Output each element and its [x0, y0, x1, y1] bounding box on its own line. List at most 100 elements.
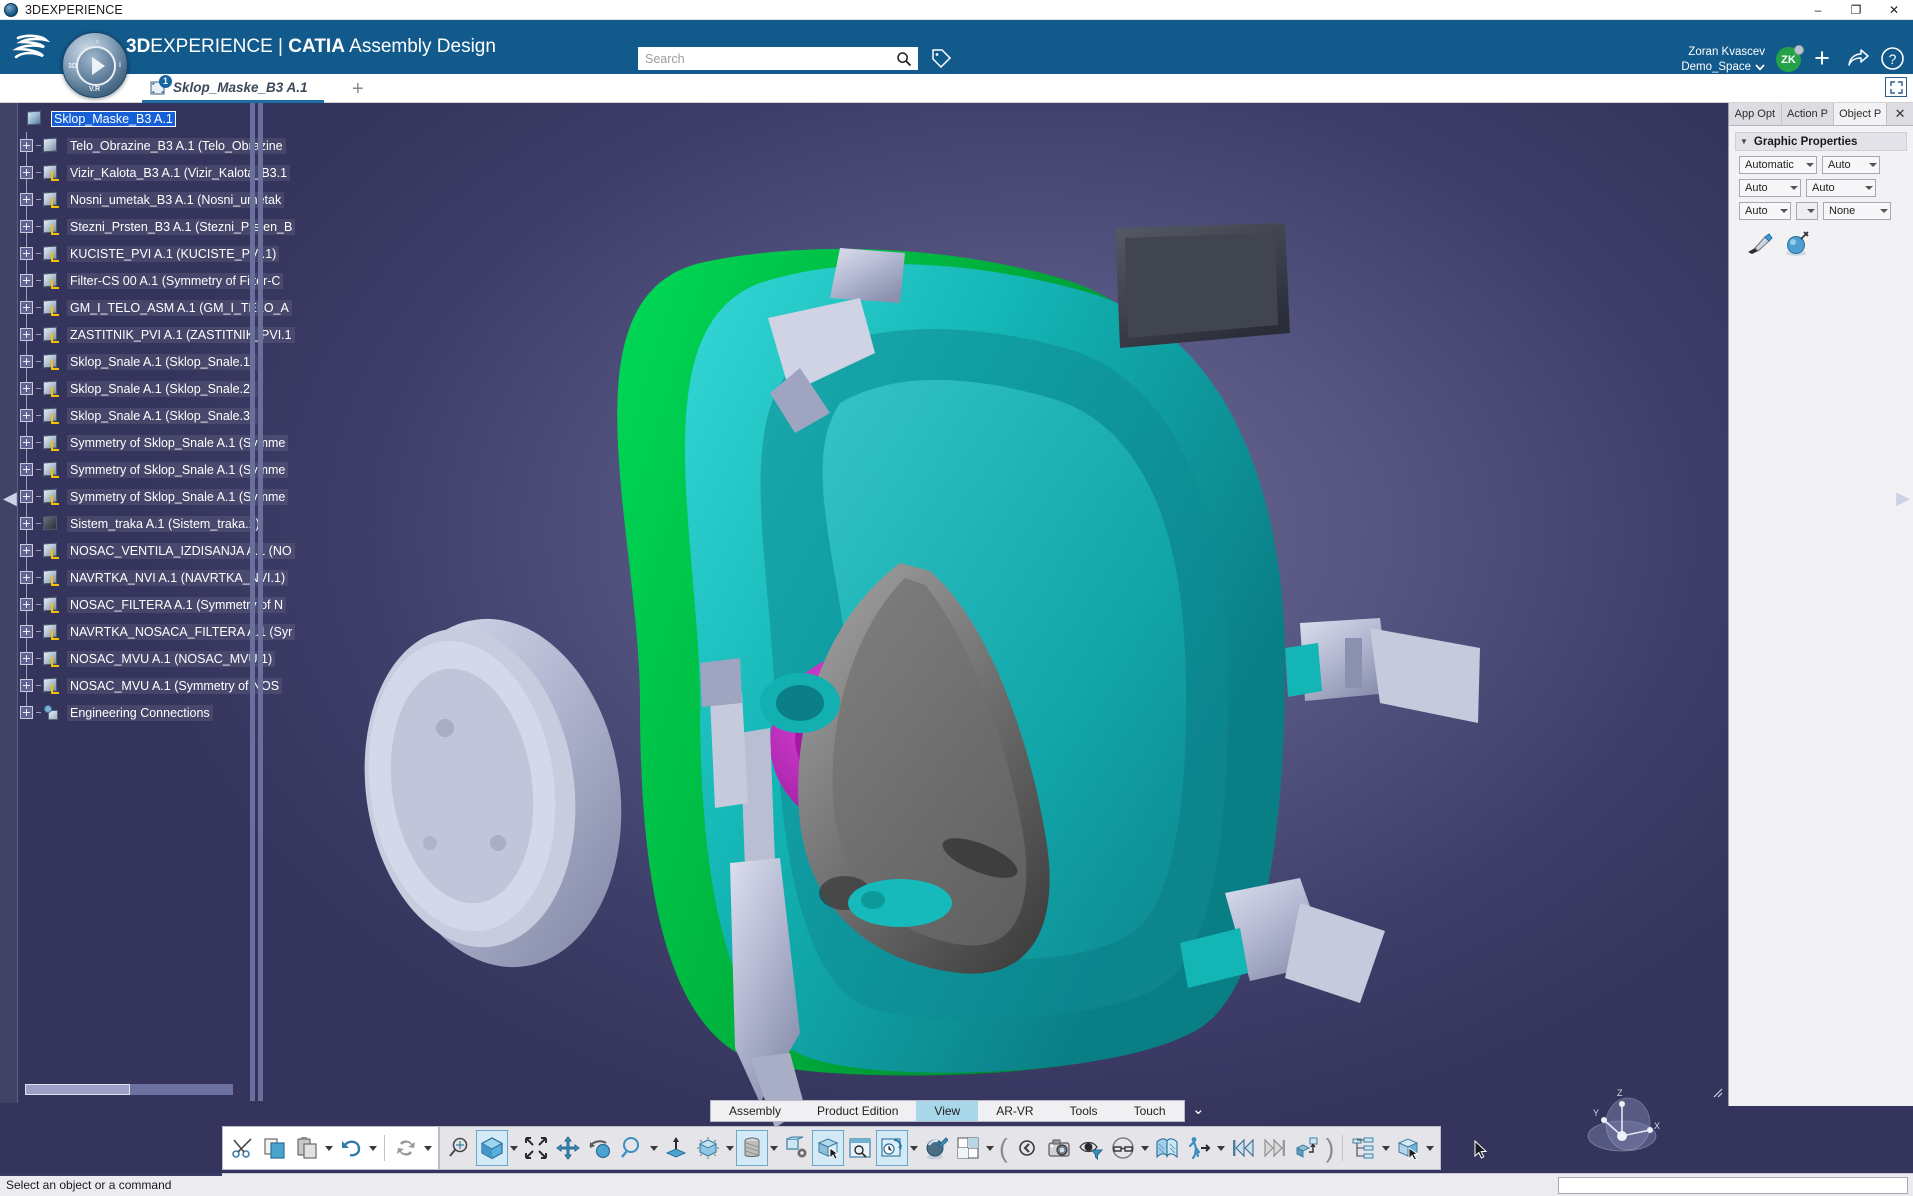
tree-expand-toggle[interactable] — [20, 355, 33, 368]
first-step-icon[interactable] — [1227, 1130, 1259, 1166]
tree-expand-toggle[interactable] — [20, 436, 33, 449]
isometric-view-icon-dropdown[interactable] — [508, 1130, 520, 1166]
user-space[interactable]: Demo_Space — [1681, 60, 1765, 75]
search-box[interactable] — [638, 47, 918, 70]
graphic-property-combo-row2-1[interactable]: Auto — [1806, 179, 1876, 197]
graphic-property-combo-row1-1[interactable]: Auto — [1822, 156, 1880, 174]
action-tab-product-edition[interactable]: Product Edition — [799, 1101, 916, 1121]
paste-icon[interactable] — [291, 1130, 323, 1166]
pan-icon[interactable] — [552, 1130, 584, 1166]
graphic-property-combo-row3-0[interactable]: Auto — [1739, 202, 1791, 220]
tree-expand-toggle[interactable] — [20, 706, 33, 719]
tree-node-11[interactable]: Symmetry of Sklop_Snale A.1 (Symme — [20, 429, 310, 456]
zoom-icon-dropdown[interactable] — [648, 1130, 660, 1166]
action-bar-collapse-caret[interactable]: ⌄ — [1192, 1100, 1205, 1118]
explode-icon[interactable] — [1291, 1130, 1323, 1166]
avatar[interactable]: ZK — [1776, 47, 1801, 72]
properties-tab-action-p[interactable]: Action P — [1782, 103, 1835, 125]
copy-icon[interactable] — [259, 1130, 291, 1166]
zoom-area-icon[interactable] — [444, 1130, 476, 1166]
back-arrow-icon[interactable] — [1011, 1130, 1043, 1166]
tree-expand-toggle[interactable] — [20, 247, 33, 260]
tree-node-1[interactable]: Vizir_Kalota_B3 A.1 (Vizir_Kalota_B3.1 — [20, 159, 310, 186]
action-tab-view[interactable]: View — [916, 1101, 978, 1121]
checker-grid-icon-dropdown[interactable] — [984, 1130, 996, 1166]
close-button[interactable]: ✕ — [1875, 0, 1913, 20]
specification-tree[interactable]: Sklop_Maske_B3 A.1Telo_Obrazine_B3 A.1 (… — [20, 105, 310, 726]
select-object-icon-dropdown[interactable] — [1424, 1130, 1436, 1166]
paste-icon-dropdown[interactable] — [323, 1130, 335, 1166]
tree-node-9[interactable]: Sklop_Snale A.1 (Sklop_Snale.2) — [20, 375, 310, 402]
tree-expand-toggle[interactable] — [20, 652, 33, 665]
tree-node-6[interactable]: GM_I_TELO_ASM A.1 (GM_I_TELO_A — [20, 294, 310, 321]
display-settings-icon[interactable] — [780, 1130, 812, 1166]
material-sphere-icon[interactable] — [1783, 229, 1811, 257]
tree-expand-toggle[interactable] — [20, 679, 33, 692]
tree-node-20[interactable]: NOSAC_MVU A.1 (Symmetry of NOS — [20, 672, 310, 699]
history-icon-dropdown[interactable] — [908, 1130, 920, 1166]
add-button[interactable]: + — [1809, 45, 1835, 71]
tree-expand-toggle[interactable] — [20, 301, 33, 314]
properties-tab-bar[interactable]: App OptAction PObject P✕ — [1729, 103, 1913, 126]
tree-node-18[interactable]: NAVRTKA_NOSACA_FILTERA A.1 (Syr — [20, 618, 310, 645]
document-tab[interactable]: 1 Sklop_Maske_B3 A.1 — [142, 74, 324, 103]
chevron-down-icon[interactable] — [1790, 186, 1798, 190]
fit-all-icon[interactable] — [520, 1130, 552, 1166]
tree-node-17[interactable]: NOSAC_FILTERA A.1 (Symmetry of N — [20, 591, 310, 618]
zoom-icon[interactable] — [616, 1130, 648, 1166]
select-object-icon[interactable] — [1392, 1130, 1424, 1166]
tree-node-19[interactable]: NOSAC_MVU A.1 (NOSAC_MVU.1) — [20, 645, 310, 672]
section-view-icon[interactable] — [1151, 1130, 1183, 1166]
tree-node-0[interactable]: Telo_Obrazine_B3 A.1 (Telo_Obrazine — [20, 132, 310, 159]
tree-expand-toggle[interactable] — [20, 382, 33, 395]
magnifier-window-icon[interactable] — [844, 1130, 876, 1166]
graphic-properties-row-3[interactable]: AutoNone — [1739, 202, 1913, 220]
compass-i-label[interactable]: i — [119, 62, 121, 69]
tree-expand-toggle[interactable] — [20, 463, 33, 476]
tree-node-16[interactable]: NAVRTKA_NVI A.1 (NAVRTKA_NVI.1) — [20, 564, 310, 591]
tree-expand-toggle[interactable] — [20, 139, 33, 152]
update-icon-dropdown[interactable] — [422, 1130, 434, 1166]
command-input[interactable] — [1558, 1177, 1908, 1194]
render-style-icon-dropdown[interactable] — [768, 1130, 780, 1166]
tree-node-13[interactable]: Symmetry of Sklop_Snale A.1 (Symme — [20, 483, 310, 510]
minimize-button[interactable]: – — [1799, 0, 1837, 20]
tree-expand-toggle[interactable] — [20, 517, 33, 530]
graphic-property-combo-row1-0[interactable]: Automatic — [1739, 156, 1817, 174]
render-style-icon[interactable] — [736, 1130, 768, 1166]
update-icon[interactable] — [390, 1130, 422, 1166]
graphic-properties-tools[interactable] — [1745, 229, 1913, 257]
action-tab-assembly[interactable]: Assembly — [711, 1101, 799, 1121]
chevron-down-icon[interactable] — [1780, 209, 1788, 213]
tree-expand-toggle[interactable] — [20, 328, 33, 341]
tree-expand-toggle[interactable] — [20, 409, 33, 422]
last-step-icon[interactable] — [1259, 1130, 1291, 1166]
tree-expand-toggle[interactable] — [20, 220, 33, 233]
tree-expand-toggle[interactable] — [20, 544, 33, 557]
graphic-property-combo-row2-0[interactable]: Auto — [1739, 179, 1801, 197]
checker-grid-icon[interactable] — [952, 1130, 984, 1166]
tree-expand-toggle[interactable] — [20, 571, 33, 584]
undo-icon-dropdown[interactable] — [367, 1130, 379, 1166]
tree-node-14[interactable]: Sistem_traka A.1 (Sistem_traka.1) — [20, 510, 310, 537]
history-icon[interactable] — [876, 1130, 908, 1166]
close-panel-icon[interactable]: ✕ — [1887, 103, 1913, 125]
chevron-down-icon[interactable] — [1869, 163, 1877, 167]
share-icon[interactable] — [1845, 45, 1871, 71]
glasses-icon-dropdown[interactable] — [1139, 1130, 1151, 1166]
action-tab-ar-vr[interactable]: AR-VR — [978, 1101, 1051, 1121]
tree-expand-toggle[interactable] — [20, 274, 33, 287]
expand-view-button[interactable] — [1885, 77, 1907, 97]
named-views-icon[interactable] — [692, 1130, 724, 1166]
chevron-down-icon[interactable] — [1806, 163, 1814, 167]
rotate-icon[interactable] — [584, 1130, 616, 1166]
properties-tab-app-opt[interactable]: App Opt — [1729, 103, 1782, 125]
object-properties-panel[interactable]: App OptAction PObject P✕ ▼ Graphic Prope… — [1728, 103, 1913, 1106]
help-icon[interactable]: ? — [1879, 45, 1905, 71]
chevron-down-icon[interactable] — [1865, 186, 1873, 190]
tree-node-15[interactable]: NOSAC_VENTILA_IZDISANJA A.1 (NO — [20, 537, 310, 564]
tag-icon[interactable] — [930, 48, 952, 75]
walk-icon-dropdown[interactable] — [1215, 1130, 1227, 1166]
tree-expand-toggle[interactable] — [20, 166, 33, 179]
camera-icon[interactable] — [1043, 1130, 1075, 1166]
